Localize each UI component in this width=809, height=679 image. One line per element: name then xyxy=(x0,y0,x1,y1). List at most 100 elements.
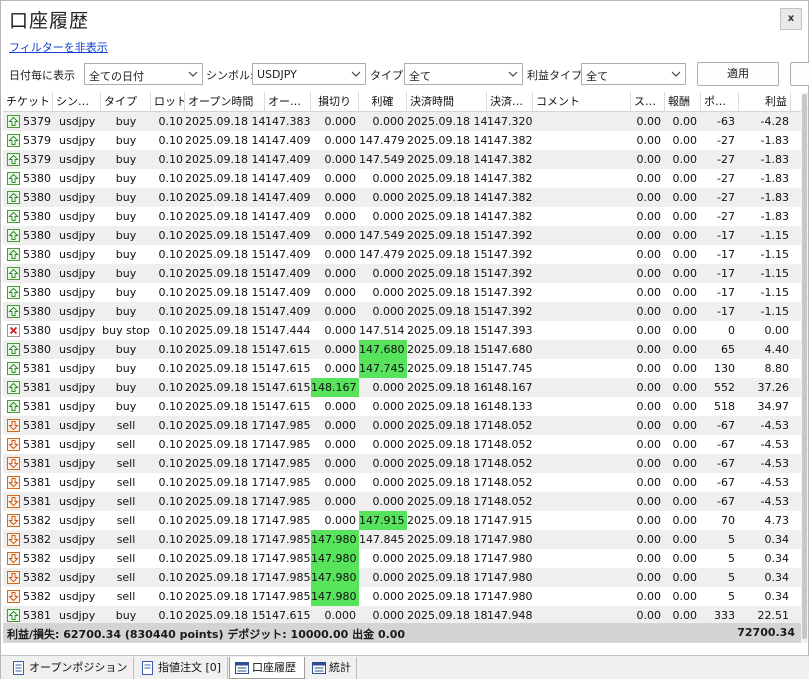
table-row[interactable]: 5380 usdjpy buy 0.102025.09.18 14:48147.409… xyxy=(3,169,801,188)
column-header-commission[interactable]: 報酬 xyxy=(665,92,701,112)
table-row[interactable]: 5380usdjpybuy stop0.102025.09.18 15:2914… xyxy=(3,321,801,340)
table-row[interactable]: 5380 usdjpy buy 0.102025.09.18 15:00147.409… xyxy=(3,264,801,283)
cell-close-price: 147.980 xyxy=(487,590,533,603)
cell-close-time: 2025.09.18 17:44 xyxy=(407,495,487,508)
cell-lot: 0.10 xyxy=(158,305,184,318)
cell-ticket: 5380 xyxy=(23,343,51,356)
cell-open-price: 147.409 xyxy=(265,229,311,242)
table-row[interactable]: 5381 usdjpy sell 0.102025.09.18 17:31147.98… xyxy=(3,416,801,435)
tab-statistics[interactable]: 統計 xyxy=(307,657,357,679)
cell-type: buy xyxy=(115,210,137,223)
table-row[interactable]: 5381 usdjpy sell 0.102025.09.18 17:31147.98… xyxy=(3,492,801,511)
profit-type-filter-select[interactable]: 全て xyxy=(581,63,686,85)
column-header-open-time[interactable]: オープン時間 xyxy=(185,92,265,112)
cell-open-time: 2025.09.18 17:31 xyxy=(185,457,265,470)
column-header-close-time[interactable]: 決済時間 xyxy=(407,92,487,112)
table-row[interactable]: 5381 usdjpy sell 0.102025.09.18 17:31147.98… xyxy=(3,473,801,492)
cell-tp: 0.000 xyxy=(372,590,405,603)
cell-open-price: 147.409 xyxy=(265,172,311,185)
cell-ticket: 5380 xyxy=(23,210,51,223)
tab-open-positions[interactable]: オープンポジション [0] xyxy=(7,657,134,679)
column-header-close-price[interactable]: 決済… xyxy=(487,92,533,112)
table-row[interactable]: 5381 usdjpy sell 0.102025.09.18 17:31147.98… xyxy=(3,454,801,473)
table-row[interactable]: 5380 usdjpy buy 0.102025.09.18 15:00147.409… xyxy=(3,245,801,264)
cell-sl: 0.000 xyxy=(324,191,357,204)
tab-account-history[interactable]: 口座履歴 xyxy=(229,657,305,679)
column-header-profit[interactable]: 利益 xyxy=(739,92,791,112)
column-header-open-price[interactable]: オー… xyxy=(265,92,311,112)
date-filter-select[interactable]: 全ての日付 xyxy=(84,63,203,85)
account-history-icon xyxy=(235,661,249,675)
table-row[interactable]: 5382usdjpysell0.102025.09.18 17:46147.98… xyxy=(3,549,801,568)
date-filter-value: 全ての日付 xyxy=(89,70,144,83)
column-header-swap[interactable]: ス… xyxy=(631,92,665,112)
table-row[interactable]: 5382usdjpysell0.102025.09.18 17:46147.98… xyxy=(3,568,801,587)
table-row[interactable]: 5381 usdjpy buy 0.102025.09.18 15:42147.615… xyxy=(3,606,801,624)
table-row[interactable]: 5381 usdjpy buy 0.102025.09.18 15:42147.615… xyxy=(3,359,801,378)
column-header-comment[interactable]: コメント xyxy=(533,92,631,112)
table-row[interactable]: 5382usdjpysell0.102025.09.18 17:46147.98… xyxy=(3,511,801,530)
cell-open-price: 147.985 xyxy=(265,571,311,584)
table-row[interactable]: 5380 usdjpy buy 0.102025.09.18 15:42147.615… xyxy=(3,340,801,359)
column-header-ticket[interactable]: チケット xyxy=(3,92,53,112)
table-row[interactable]: 5382usdjpysell0.102025.09.18 17:46147.98… xyxy=(3,587,801,606)
cell-swap: 0.00 xyxy=(636,324,662,337)
column-header-symbol[interactable]: シン… xyxy=(53,92,101,112)
cell-comment xyxy=(533,340,631,359)
table-row[interactable]: 5380 usdjpy buy 0.102025.09.18 15:00147.409… xyxy=(3,302,801,321)
cell-ticket: 5380 xyxy=(23,172,51,185)
column-header-points[interactable]: ポ… xyxy=(701,92,739,112)
apply-button[interactable]: 適用 xyxy=(697,62,779,86)
hide-filter-link[interactable]: フィルターを非表示 xyxy=(9,39,108,55)
cell-swap: 0.00 xyxy=(636,590,662,603)
cell-comment xyxy=(533,530,631,549)
table-row[interactable]: 5380 usdjpy buy 0.102025.09.18 15:00147.409… xyxy=(3,283,801,302)
table-row[interactable]: 5381 usdjpy buy 0.102025.09.18 15:42147.615… xyxy=(3,397,801,416)
cell-profit: -1.15 xyxy=(760,286,789,299)
pending-orders-icon xyxy=(141,661,155,675)
vertical-scrollbar[interactable] xyxy=(801,92,808,643)
cell-close-price: 148.052 xyxy=(487,457,533,470)
cell-type: buy xyxy=(115,400,137,413)
table-row[interactable]: 5379 usdjpy buy 0.102025.09.18 14:48147.409… xyxy=(3,131,801,150)
cell-symbol: usdjpy xyxy=(59,590,96,603)
cell-open-price: 147.409 xyxy=(265,305,311,318)
type-filter-select[interactable]: 全て xyxy=(404,63,523,85)
tab-pending-orders[interactable]: 指値注文 [0] xyxy=(136,657,228,679)
cell-symbol: usdjpy xyxy=(59,457,96,470)
window-title: 口座履歴 xyxy=(9,10,90,32)
table-row[interactable]: 5380 usdjpy buy 0.102025.09.18 14:48147.409… xyxy=(3,207,801,226)
table-row[interactable]: 5382usdjpysell0.102025.09.18 17:46147.98… xyxy=(3,530,801,549)
cell-tp: 147.514 xyxy=(359,324,405,337)
cell-open-time: 2025.09.18 15:00 xyxy=(185,229,265,242)
table-row[interactable]: 5379 usdjpy buy 0.102025.09.18 14:12147.383… xyxy=(3,112,801,131)
cell-swap: 0.00 xyxy=(636,419,662,432)
cell-swap: 0.00 xyxy=(636,343,662,356)
column-header-type[interactable]: タイプ xyxy=(101,92,151,112)
cell-type: sell xyxy=(116,552,136,565)
column-header-sl[interactable]: 損切り xyxy=(311,92,359,112)
secondary-filter-button[interactable] xyxy=(790,62,809,86)
cell-symbol: usdjpy xyxy=(59,533,96,546)
cell-comment xyxy=(533,150,631,169)
cell-lot: 0.10 xyxy=(158,210,184,223)
cell-sl: 147.980 xyxy=(311,587,359,606)
cell-commission: 0.00 xyxy=(672,533,698,546)
close-button[interactable]: x xyxy=(780,8,802,30)
table-row[interactable]: 5380 usdjpy buy 0.102025.09.18 15:00147.409… xyxy=(3,226,801,245)
column-header-lot[interactable]: ロット xyxy=(151,92,185,112)
tab-label: オープンポジション [0] xyxy=(29,661,128,674)
cell-profit: -4.53 xyxy=(760,419,789,432)
cell-sl: 148.167 xyxy=(311,378,359,397)
cell-commission: 0.00 xyxy=(672,343,698,356)
table-row[interactable]: 5381 usdjpy sell 0.102025.09.18 17:31147.98… xyxy=(3,435,801,454)
table-row[interactable]: 5381 usdjpy buy 0.102025.09.18 15:42147.615… xyxy=(3,378,801,397)
cell-points: -63 xyxy=(717,115,735,128)
column-header-tp[interactable]: 利確 xyxy=(359,92,407,112)
table-row[interactable]: 5380 usdjpy buy 0.102025.09.18 14:48147.409… xyxy=(3,188,801,207)
scrollbar-thumb[interactable] xyxy=(802,94,807,639)
table-row[interactable]: 5379 usdjpy buy 0.102025.09.18 14:48147.409… xyxy=(3,150,801,169)
cell-tp: 0.000 xyxy=(372,381,405,394)
cell-sl: 0.000 xyxy=(324,267,357,280)
symbol-filter-select[interactable]: USDJPY xyxy=(252,63,366,85)
